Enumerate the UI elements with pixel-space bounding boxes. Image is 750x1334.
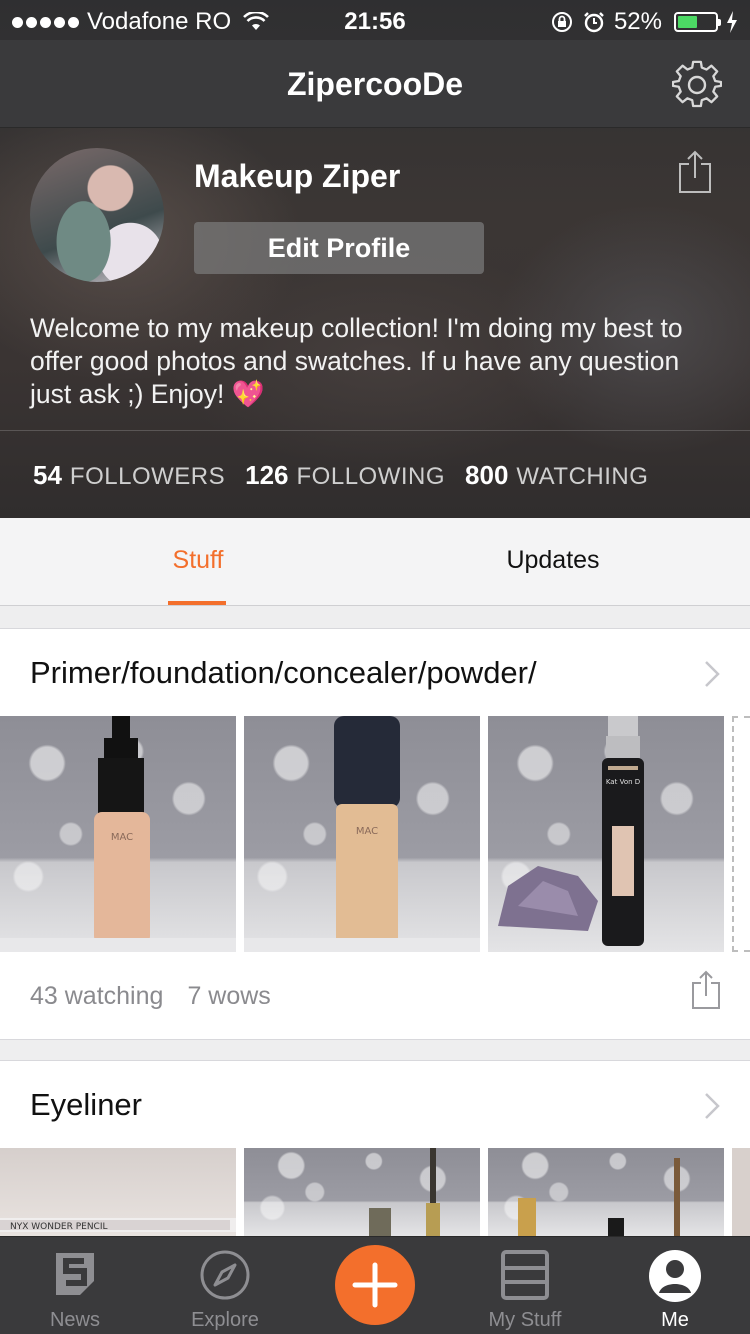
tab-my-stuff[interactable]: My Stuff xyxy=(450,1237,600,1334)
profile-bio: Welcome to my makeup collection! I'm doi… xyxy=(30,312,720,411)
tab-news-label: News xyxy=(49,1309,100,1331)
collection-photo[interactable]: Kat Von D xyxy=(488,716,724,952)
followers-label: FOLLOWERS xyxy=(69,463,226,490)
battery-percent: 52% xyxy=(613,8,662,35)
sparkling-heart-emoji: 💖 xyxy=(231,379,265,410)
tab-stuff[interactable]: Stuff xyxy=(148,518,248,606)
eyeliner-pencil-image: NYX WONDER PENCIL xyxy=(0,1218,236,1232)
news-s-icon xyxy=(56,1253,94,1295)
active-tab-indicator xyxy=(168,601,226,605)
gear-icon[interactable] xyxy=(672,60,722,110)
tab-explore[interactable]: Explore xyxy=(150,1237,300,1334)
foundation-bottle-and-crystal-image: Kat Von D xyxy=(498,716,644,946)
battery-level-fill xyxy=(678,16,697,28)
shelf-icon xyxy=(501,1250,549,1300)
tab-explore-label: Explore xyxy=(191,1309,259,1331)
tab-news[interactable]: News xyxy=(0,1237,150,1334)
collection-photo-partial[interactable] xyxy=(732,1148,750,1236)
nav-title: ZipercooDe xyxy=(286,66,464,102)
collection-meta: 43 watching 7 wows xyxy=(30,982,271,1011)
plus-icon xyxy=(352,1262,398,1308)
chevron-right-icon[interactable] xyxy=(700,1091,724,1121)
profile-name: Makeup Ziper xyxy=(194,158,401,194)
charging-bolt-icon xyxy=(727,11,737,33)
followers-count: 54 xyxy=(33,460,62,490)
edit-profile-button[interactable]: Edit Profile xyxy=(194,222,484,274)
profile-icon xyxy=(649,1250,701,1302)
following-stat[interactable]: 126 FOLLOWING xyxy=(245,460,445,491)
watching-count: 800 xyxy=(465,460,509,490)
battery-icon xyxy=(674,12,721,32)
alarm-icon xyxy=(584,12,604,33)
followers-stat[interactable]: 54 FOLLOWERS xyxy=(33,460,225,491)
add-item-button[interactable] xyxy=(335,1245,415,1325)
wows-count-label[interactable]: 7 wows xyxy=(187,982,270,1011)
profile-tabs: Stuff Updates xyxy=(0,518,750,606)
watching-count-label[interactable]: 43 watching xyxy=(30,982,163,1011)
chevron-right-icon[interactable] xyxy=(700,659,724,689)
compass-icon xyxy=(200,1250,250,1300)
collection-photo[interactable] xyxy=(244,1148,480,1236)
watching-stat[interactable]: 800 WATCHING xyxy=(465,460,648,491)
collection-photo[interactable]: MAC xyxy=(0,716,236,952)
tab-updates[interactable]: Updates xyxy=(478,518,628,606)
bottle-label: MAC xyxy=(111,832,133,843)
following-label: FOLLOWING xyxy=(296,463,446,490)
tab-me-label: Me xyxy=(661,1309,689,1331)
tab-my-stuff-label: My Stuff xyxy=(488,1309,562,1331)
bottle-label: Kat Von D xyxy=(606,778,640,786)
rotation-lock-icon xyxy=(551,12,572,32)
eyeliner-brush-image xyxy=(369,1148,440,1236)
following-count: 126 xyxy=(245,460,289,490)
bio-text: Welcome to my makeup collection! I'm doi… xyxy=(30,313,683,409)
collection-title[interactable]: Eyeliner xyxy=(30,1087,142,1123)
profile-stats: 54 FOLLOWERS 126 FOLLOWING 800 WATCHING xyxy=(33,460,648,491)
status-bar: Vodafone RO 21:56 52% xyxy=(0,0,750,40)
watching-label: WATCHING xyxy=(516,463,649,490)
foundation-bottle-image: MAC xyxy=(244,716,480,952)
header-divider xyxy=(0,430,750,431)
foundation-bottle-image: MAC xyxy=(0,716,236,952)
bottle-label: MAC xyxy=(356,826,378,837)
eyeliner-image xyxy=(518,1158,680,1236)
collection-photo[interactable] xyxy=(488,1148,724,1236)
collection-photo[interactable]: NYX WONDER PENCIL xyxy=(0,1148,236,1236)
share-icon[interactable] xyxy=(676,150,714,194)
navigation-bar: ZipercooDe xyxy=(0,40,750,128)
collection-title[interactable]: Primer/foundation/concealer/powder/ xyxy=(30,655,537,691)
tab-me[interactable]: Me xyxy=(600,1237,750,1334)
share-icon[interactable] xyxy=(690,970,722,1010)
more-photos-placeholder xyxy=(732,716,750,952)
avatar[interactable] xyxy=(30,148,164,282)
collection-photo[interactable]: MAC xyxy=(244,716,480,952)
pencil-label: NYX WONDER PENCIL xyxy=(10,1222,108,1232)
status-right: 52% xyxy=(550,8,738,36)
